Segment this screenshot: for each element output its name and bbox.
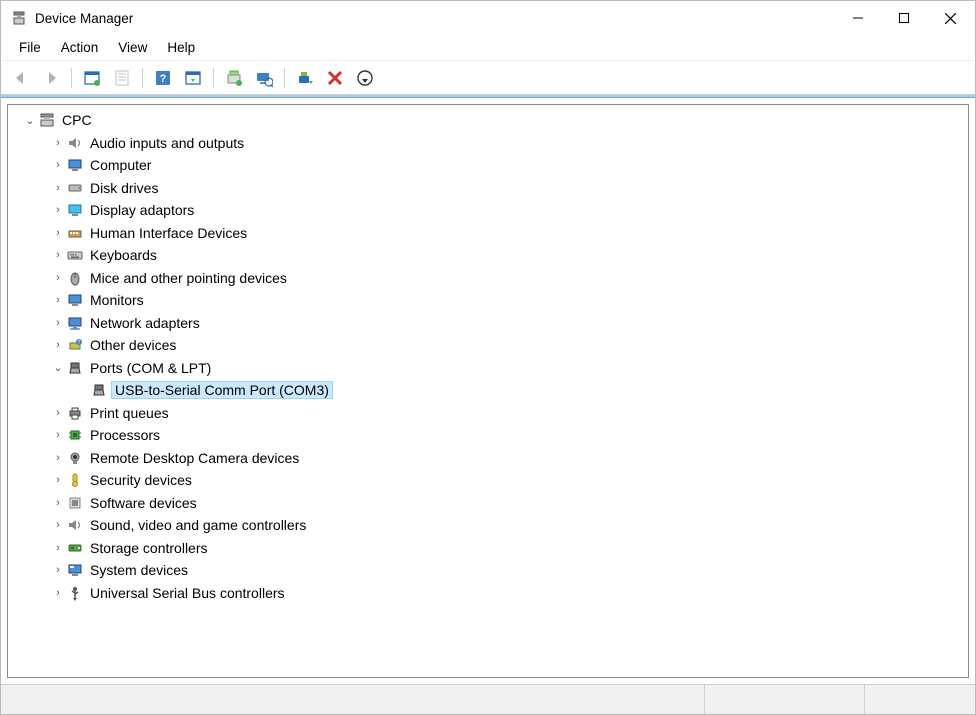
chevron-right-icon[interactable]: ›: [52, 452, 64, 464]
disk-icon: [66, 179, 84, 197]
maximize-button[interactable]: [881, 2, 927, 34]
chevron-right-icon[interactable]: ›: [52, 474, 64, 486]
tree-item-hid[interactable]: › Human Interface Devices: [8, 222, 968, 245]
monitor-icon: [66, 291, 84, 309]
minimize-button[interactable]: [835, 2, 881, 34]
chevron-right-icon[interactable]: ›: [52, 294, 64, 306]
monitor-icon: [66, 156, 84, 174]
display-adapter-icon: [66, 201, 84, 219]
port-icon: [66, 359, 84, 377]
window-title: Device Manager: [35, 11, 133, 26]
chevron-down-icon[interactable]: ⌄: [52, 362, 64, 374]
chevron-right-icon[interactable]: ›: [52, 182, 64, 194]
app-icon: [11, 10, 27, 26]
close-button[interactable]: [927, 2, 973, 34]
svg-text:?: ?: [160, 73, 167, 85]
software-icon: [66, 494, 84, 512]
toolbar: ?: [1, 61, 975, 95]
network-icon: [66, 314, 84, 332]
menu-help[interactable]: Help: [157, 37, 205, 58]
port-icon: [90, 381, 108, 399]
menu-file[interactable]: File: [9, 37, 51, 58]
chevron-right-icon[interactable]: ›: [52, 519, 64, 531]
storage-controller-icon: [66, 539, 84, 557]
keyboard-icon: [66, 246, 84, 264]
action-button[interactable]: [179, 64, 207, 92]
usb-icon: [66, 584, 84, 602]
tree-item-print[interactable]: › Print queues: [8, 402, 968, 425]
tree-item-usb[interactable]: › Universal Serial Bus controllers: [8, 582, 968, 605]
menu-view[interactable]: View: [108, 37, 157, 58]
forward-button[interactable]: [37, 64, 65, 92]
speaker-icon: [66, 516, 84, 534]
enable-device-button[interactable]: [291, 64, 319, 92]
speaker-icon: [66, 134, 84, 152]
chevron-right-icon[interactable]: ›: [52, 339, 64, 351]
chevron-right-icon[interactable]: ›: [52, 159, 64, 171]
add-legacy-hardware-button[interactable]: [351, 64, 379, 92]
camera-icon: [66, 449, 84, 467]
tree-item-system[interactable]: › System devices: [8, 559, 968, 582]
tree-root-label: CPC: [62, 111, 92, 129]
back-button[interactable]: [7, 64, 35, 92]
security-icon: [66, 471, 84, 489]
tree-item-security[interactable]: › Security devices: [8, 469, 968, 492]
chevron-right-icon[interactable]: ›: [52, 587, 64, 599]
tree-item-ports[interactable]: ⌄ Ports (COM & LPT): [8, 357, 968, 380]
tree-item-software[interactable]: › Software devices: [8, 492, 968, 515]
tree-item-camera[interactable]: › Remote Desktop Camera devices: [8, 447, 968, 470]
tree-item-other[interactable]: › ? Other devices: [8, 334, 968, 357]
chevron-right-icon[interactable]: ›: [52, 564, 64, 576]
tree-item-disk[interactable]: › Disk drives: [8, 177, 968, 200]
tree-item-usb-serial[interactable]: USB-to-Serial Comm Port (COM3): [8, 379, 968, 402]
chevron-right-icon[interactable]: ›: [52, 407, 64, 419]
chevron-down-icon[interactable]: ⌄: [24, 114, 36, 126]
tree-item-computer[interactable]: › Computer: [8, 154, 968, 177]
tree-item-storage[interactable]: › Storage controllers: [8, 537, 968, 560]
show-hide-console-button[interactable]: [78, 64, 106, 92]
tree-item-display[interactable]: › Display adaptors: [8, 199, 968, 222]
cpu-icon: [66, 426, 84, 444]
tree-item-sound[interactable]: › Sound, video and game controllers: [8, 514, 968, 537]
mouse-icon: [66, 269, 84, 287]
svg-text:?: ?: [78, 340, 81, 346]
status-bar: [1, 684, 975, 714]
tree-item-processors[interactable]: › Processors: [8, 424, 968, 447]
update-driver-button[interactable]: [220, 64, 248, 92]
printer-icon: [66, 404, 84, 422]
titlebar: Device Manager: [1, 1, 975, 35]
tree-root[interactable]: ⌄ CPC: [8, 109, 968, 132]
chevron-right-icon[interactable]: ›: [52, 429, 64, 441]
chevron-right-icon[interactable]: ›: [52, 272, 64, 284]
chevron-right-icon[interactable]: ›: [52, 204, 64, 216]
chevron-right-icon[interactable]: ›: [52, 317, 64, 329]
tree-item-monitors[interactable]: › Monitors: [8, 289, 968, 312]
system-devices-icon: [66, 561, 84, 579]
tree-item-network[interactable]: › Network adapters: [8, 312, 968, 335]
hid-icon: [66, 224, 84, 242]
tree-item-mice[interactable]: › Mice and other pointing devices: [8, 267, 968, 290]
help-button[interactable]: ?: [149, 64, 177, 92]
other-devices-icon: ?: [66, 336, 84, 354]
device-tree[interactable]: ⌄ CPC › Audio inputs and outputs › Compu…: [7, 104, 969, 678]
chevron-right-icon[interactable]: ›: [52, 249, 64, 261]
menubar: File Action View Help: [1, 35, 975, 61]
computer-root-icon: [38, 111, 56, 129]
chevron-right-icon[interactable]: ›: [52, 542, 64, 554]
chevron-right-icon[interactable]: ›: [52, 137, 64, 149]
tree-item-keyboards[interactable]: › Keyboards: [8, 244, 968, 267]
tree-item-audio[interactable]: › Audio inputs and outputs: [8, 132, 968, 155]
menu-action[interactable]: Action: [51, 37, 109, 58]
chevron-right-icon[interactable]: ›: [52, 497, 64, 509]
chevron-right-icon[interactable]: ›: [52, 227, 64, 239]
scan-hardware-button[interactable]: [250, 64, 278, 92]
uninstall-device-button[interactable]: [321, 64, 349, 92]
properties-button[interactable]: [108, 64, 136, 92]
